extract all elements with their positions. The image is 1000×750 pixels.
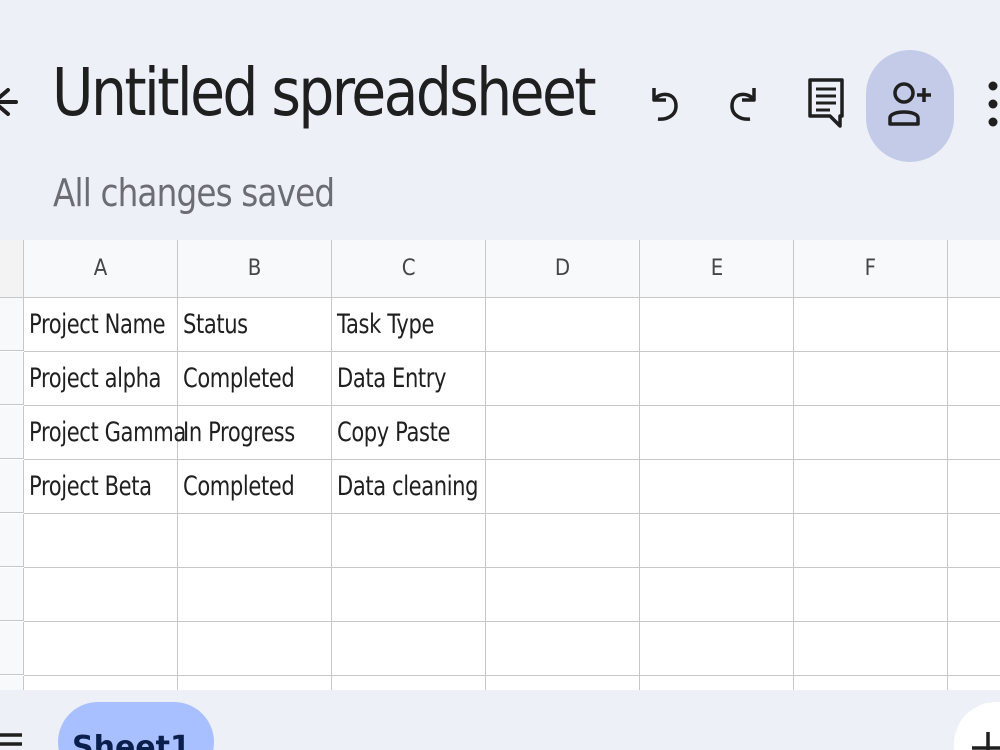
column-header-a[interactable]: A	[24, 240, 178, 298]
cell-f8[interactable]	[794, 676, 948, 690]
cell-b6[interactable]	[178, 568, 332, 622]
cell-a4[interactable]: Project Beta	[24, 460, 178, 514]
cell-f4[interactable]	[794, 460, 948, 514]
cell-f7[interactable]	[794, 622, 948, 676]
sheet-tabs-bar: Sheet1	[0, 690, 1000, 750]
row-header-2[interactable]	[0, 352, 24, 405]
row-header-6[interactable]	[0, 568, 24, 621]
cell-e7[interactable]	[640, 622, 794, 676]
cell-a7[interactable]	[24, 622, 178, 676]
cell-f3[interactable]	[794, 406, 948, 460]
cell-g7[interactable]	[948, 622, 1000, 676]
cell-a6[interactable]	[24, 568, 178, 622]
cell-b4[interactable]: Completed	[178, 460, 332, 514]
page-title[interactable]: Untitled spreadsheet	[52, 48, 597, 138]
cell-a5[interactable]	[24, 514, 178, 568]
cell-c4[interactable]: Data cleaning	[332, 460, 486, 514]
spreadsheet-grid: A B C D E F Project Name Status Task Typ…	[0, 240, 1000, 690]
cell-e8[interactable]	[640, 676, 794, 690]
cell-e3[interactable]	[640, 406, 794, 460]
cell-d3[interactable]	[486, 406, 640, 460]
cell-f1[interactable]	[794, 298, 948, 352]
redo-icon	[726, 82, 762, 129]
cell-b3[interactable]: In Progress	[178, 406, 332, 460]
cell-g6[interactable]	[948, 568, 1000, 622]
cell-f5[interactable]	[794, 514, 948, 568]
cell-a3[interactable]: Project Gamma	[24, 406, 186, 460]
app-header: Untitled spreadsheet All changes saved	[0, 0, 1000, 240]
cell-d4[interactable]	[486, 460, 640, 514]
add-person-icon	[888, 80, 932, 133]
row-header-8[interactable]	[0, 676, 24, 690]
cell-f6[interactable]	[794, 568, 948, 622]
cell-d8[interactable]	[486, 676, 640, 690]
undo-button[interactable]	[636, 75, 692, 135]
redo-button[interactable]	[716, 75, 772, 135]
cell-e1[interactable]	[640, 298, 794, 352]
column-header-b[interactable]: B	[178, 240, 332, 298]
cell-b8[interactable]	[178, 676, 332, 690]
add-sheet-button[interactable]	[954, 702, 1000, 750]
cell-e4[interactable]	[640, 460, 794, 514]
cell-g4[interactable]	[948, 460, 1000, 514]
cell-g2[interactable]	[948, 352, 1000, 406]
column-header-d[interactable]: D	[486, 240, 640, 298]
menu-icon[interactable]	[0, 732, 26, 750]
cell-g3[interactable]	[948, 406, 1000, 460]
cell-a2[interactable]: Project alpha	[24, 352, 178, 406]
column-header-e[interactable]: E	[640, 240, 794, 298]
cell-e6[interactable]	[640, 568, 794, 622]
cell-a8[interactable]	[24, 676, 178, 690]
cell-d5[interactable]	[486, 514, 640, 568]
column-header-partial[interactable]	[948, 240, 1000, 298]
cell-f2[interactable]	[794, 352, 948, 406]
cell-d1[interactable]	[486, 298, 640, 352]
row-header-5[interactable]	[0, 514, 24, 567]
cell-c5[interactable]	[332, 514, 486, 568]
cell-e5[interactable]	[640, 514, 794, 568]
more-options-button[interactable]	[980, 76, 1000, 136]
row-header-4[interactable]	[0, 460, 24, 513]
cell-c7[interactable]	[332, 622, 486, 676]
cell-d2[interactable]	[486, 352, 640, 406]
cell-b1[interactable]: Status	[178, 298, 332, 352]
cell-g5[interactable]	[948, 514, 1000, 568]
column-header-c[interactable]: C	[332, 240, 486, 298]
sheet-tab-label: Sheet1	[72, 730, 191, 750]
comment-icon	[806, 76, 846, 135]
undo-icon	[646, 82, 682, 129]
cell-b2[interactable]: Completed	[178, 352, 332, 406]
save-status: All changes saved	[53, 171, 335, 215]
cell-d7[interactable]	[486, 622, 640, 676]
cell-e2[interactable]	[640, 352, 794, 406]
column-header-f[interactable]: F	[794, 240, 948, 298]
row-header-1[interactable]	[0, 298, 24, 351]
cell-a1[interactable]: Project Name	[24, 298, 178, 352]
cell-c2[interactable]: Data Entry	[332, 352, 486, 406]
cell-g1[interactable]	[948, 298, 1000, 352]
more-vert-icon	[987, 78, 999, 135]
row-header-7[interactable]	[0, 622, 24, 675]
cell-b7[interactable]	[178, 622, 332, 676]
cell-c6[interactable]	[332, 568, 486, 622]
cell-c3[interactable]: Copy Paste	[332, 406, 486, 460]
cell-g8[interactable]	[948, 676, 1000, 690]
cell-c8[interactable]	[332, 676, 486, 690]
back-arrow-icon[interactable]	[0, 82, 20, 122]
sheet-tab-sheet1[interactable]: Sheet1	[58, 702, 214, 750]
comments-button[interactable]	[798, 72, 854, 138]
cell-b5[interactable]	[178, 514, 332, 568]
cell-c1[interactable]: Task Type	[332, 298, 486, 352]
row-header-3[interactable]	[0, 406, 24, 459]
select-all-corner[interactable]	[0, 240, 24, 298]
share-button[interactable]	[866, 50, 954, 162]
cell-d6[interactable]	[486, 568, 640, 622]
